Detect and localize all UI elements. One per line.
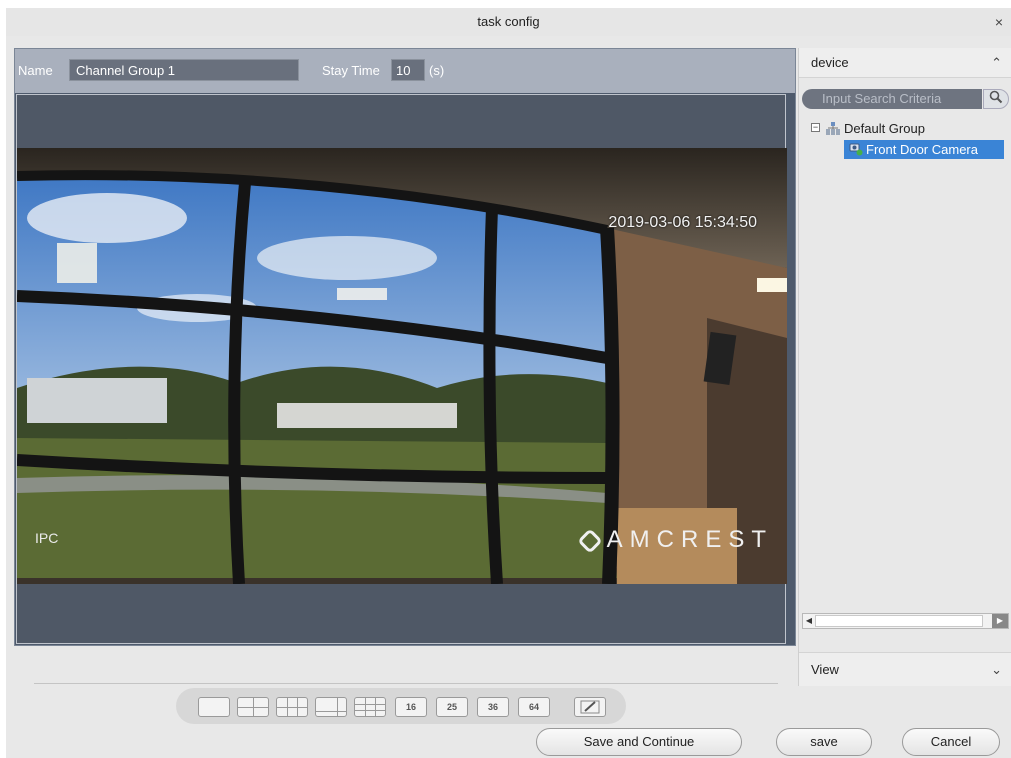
chevron-down-icon[interactable]: ⌄: [991, 653, 1002, 687]
stay-time-unit: (s): [429, 63, 445, 78]
close-icon[interactable]: ×: [987, 8, 1011, 36]
device-panel: device ⌃ Input Search Criteria − Default…: [798, 48, 1011, 686]
horizontal-scrollbar[interactable]: ◀ ▶: [802, 613, 1009, 629]
layout-8-button[interactable]: [315, 697, 347, 717]
layout-4-button[interactable]: [237, 697, 269, 717]
view-header-label: View: [811, 662, 839, 677]
scrollbar-thumb[interactable]: [815, 615, 983, 627]
layout-selector-bar: 16 25 36 64: [176, 688, 626, 724]
tree-item-label: Front Door Camera: [866, 142, 978, 157]
name-label: Name: [18, 63, 53, 78]
brand-text: AMCREST: [606, 526, 773, 553]
brand-watermark: AMCREST: [576, 526, 773, 554]
layout-25-button[interactable]: 25: [436, 697, 468, 717]
tree-item-default-group[interactable]: − Default Group: [799, 118, 1011, 139]
layout-36-button[interactable]: 36: [477, 697, 509, 717]
custom-layout-edit-icon[interactable]: [574, 697, 606, 717]
layout-1-button[interactable]: [198, 697, 230, 717]
amcrest-logo-icon: [576, 527, 603, 554]
video-timestamp: 2019-03-06 15:34:50: [608, 214, 757, 231]
task-config-dialog: task config × Name Channel Group 1 Stay …: [6, 8, 1011, 758]
camera-icon: [849, 143, 863, 156]
layout-9-button[interactable]: [354, 697, 386, 717]
video-window[interactable]: 2019-03-06 15:34:50 IPC AMCREST: [16, 94, 787, 644]
dialog-title: task config: [477, 14, 540, 29]
channel-label: IPC: [35, 530, 59, 546]
save-and-continue-button[interactable]: Save and Continue: [536, 728, 742, 756]
scroll-left-icon[interactable]: ◀: [803, 614, 815, 628]
collapse-toggle-icon[interactable]: −: [811, 123, 820, 132]
name-input[interactable]: Channel Group 1: [69, 59, 299, 81]
dialog-titlebar: task config ×: [6, 8, 1011, 36]
device-tree: − Default Group Front Door Camera: [799, 118, 1011, 160]
layout-6-button[interactable]: [276, 697, 308, 717]
cancel-button[interactable]: Cancel: [902, 728, 1000, 756]
device-section-header[interactable]: device ⌃: [799, 48, 1011, 78]
divider: [34, 683, 778, 684]
device-header-label: device: [811, 55, 849, 70]
layout-64-button[interactable]: 64: [518, 697, 550, 717]
search-input[interactable]: Input Search Criteria: [802, 89, 982, 109]
stay-time-input[interactable]: 10: [391, 59, 425, 81]
tree-item-front-door-camera[interactable]: Front Door Camera: [799, 139, 1011, 160]
view-section-header[interactable]: View ⌄: [799, 652, 1011, 686]
group-icon: [826, 122, 840, 135]
preview-panel: Name Channel Group 1 Stay Time 10 (s) 20…: [14, 48, 796, 646]
camera-feed: 2019-03-06 15:34:50 IPC AMCREST: [17, 148, 787, 584]
scroll-right-icon[interactable]: ▶: [992, 614, 1008, 628]
chevron-up-icon[interactable]: ⌃: [991, 48, 1002, 78]
tree-item-label: Default Group: [844, 121, 925, 136]
search-icon[interactable]: [983, 89, 1009, 109]
layout-16-button[interactable]: 16: [395, 697, 427, 717]
stay-time-label: Stay Time: [322, 63, 380, 78]
save-button[interactable]: save: [776, 728, 872, 756]
group-settings-bar: Name Channel Group 1 Stay Time 10 (s): [15, 49, 795, 93]
